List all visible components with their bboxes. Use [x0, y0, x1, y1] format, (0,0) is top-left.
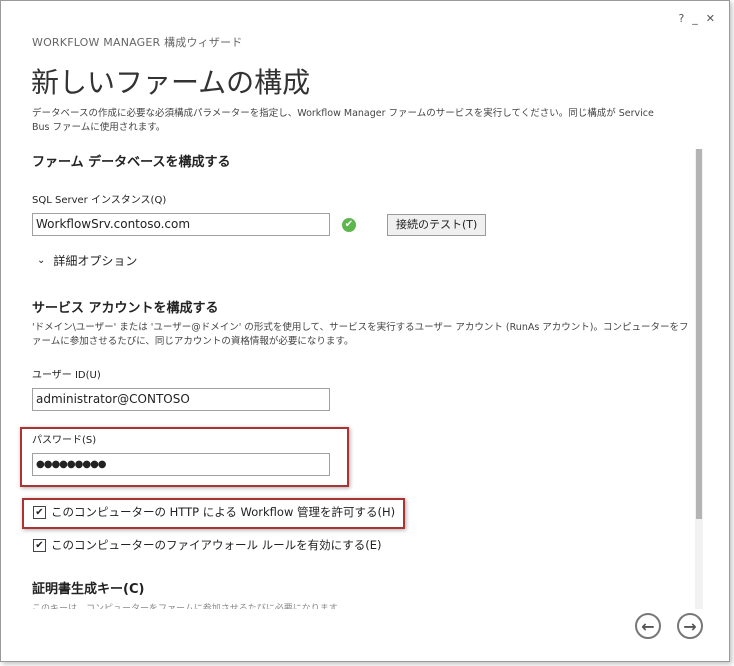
next-button[interactable]: → — [677, 613, 703, 639]
allow-http-management-label: このコンピューターの HTTP による Workflow 管理を許可する(H) — [51, 505, 396, 519]
app-title: WORKFLOW MANAGER 構成ウィザード — [32, 36, 243, 49]
password-input[interactable]: ●●●●●●●●● — [32, 453, 330, 476]
wizard-window: ? _ ✕ WORKFLOW MANAGER 構成ウィザード 新しいファームの構… — [0, 0, 730, 662]
intro-text: データベースの作成に必要な必須構成パラメーターを指定し、Workflow Man… — [32, 108, 654, 133]
back-button[interactable]: ← — [635, 613, 661, 639]
sql-instance-label: SQL Server インスタンス(Q) — [32, 195, 167, 206]
enable-firewall-checkbox[interactable]: ✔ このコンピューターのファイアウォール ルールを有効にする(E) — [33, 537, 382, 553]
arrow-left-icon: ← — [641, 616, 655, 636]
test-connection-button[interactable]: 接続のテスト(T) — [387, 214, 487, 236]
enable-firewall-label: このコンピューターのファイアウォール ルールを有効にする(E) — [51, 538, 382, 552]
sql-instance-input[interactable]: WorkflowSrv.contoso.com — [32, 213, 330, 236]
cert-section-heading: 証明書生成キー(C) — [32, 582, 145, 597]
close-icon[interactable]: ✕ — [706, 13, 715, 25]
checkbox-check-icon[interactable]: ✔ — [33, 538, 46, 552]
window-controls: ? _ ✕ — [678, 13, 715, 25]
account-description: 'ドメイン\ユーザー' または 'ユーザー@ドメイン' の形式を使用して、サービ… — [32, 322, 689, 347]
allow-http-management-checkbox[interactable]: ✔ このコンピューターの HTTP による Workflow 管理を許可する(H… — [33, 504, 395, 520]
checkbox-check-icon[interactable]: ✔ — [33, 505, 46, 519]
account-section-heading: サービス アカウントを構成する — [32, 301, 219, 316]
arrow-right-icon: → — [683, 616, 697, 636]
minimize-icon[interactable]: _ — [692, 13, 698, 25]
cert-description: このキーは、コンピューターをファームに参加させるたびに必要になります。 — [32, 604, 346, 609]
help-icon[interactable]: ? — [678, 13, 684, 25]
advanced-options-toggle[interactable]: ⌄ 詳細オプション — [37, 252, 137, 269]
db-section-heading: ファーム データベースを構成する — [32, 155, 231, 170]
user-id-label: ユーザー ID(U) — [32, 370, 101, 381]
page-title: 新しいファームの構成 — [31, 66, 311, 99]
user-id-input[interactable]: administrator@CONTOSO — [32, 388, 330, 411]
advanced-options-label: 詳細オプション — [53, 254, 138, 268]
chevron-down-icon: ⌄ — [37, 255, 46, 266]
connection-ok-icon: ✔ — [342, 218, 356, 232]
password-label: パスワード(S) — [32, 435, 97, 446]
